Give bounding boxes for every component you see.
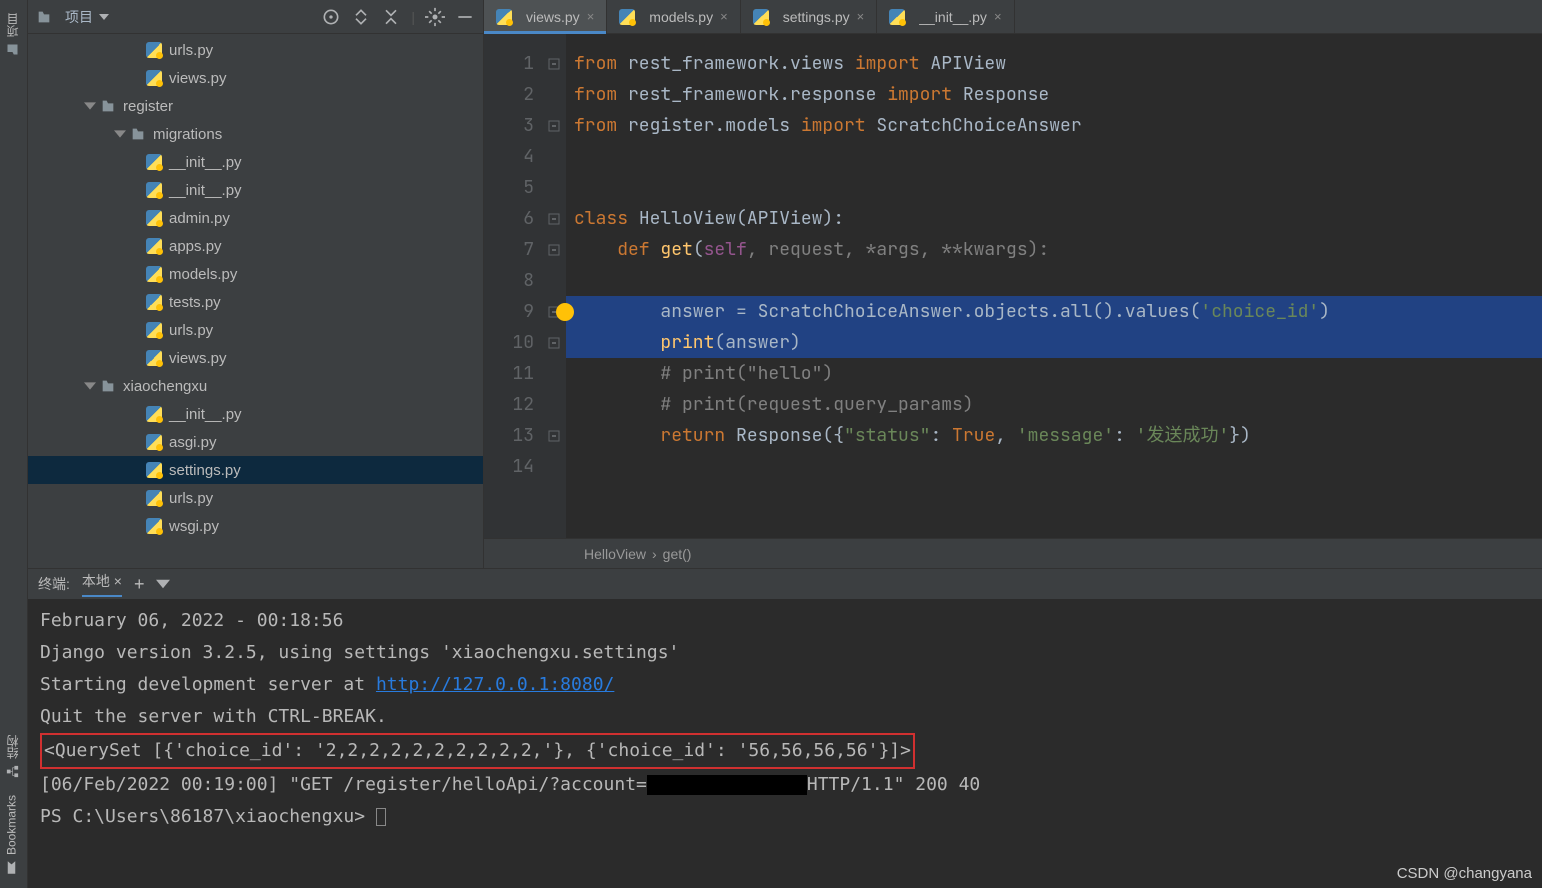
sidebar-label: 项目 [4,13,21,37]
terminal-line: Starting development server at http://12… [40,669,1530,701]
tree-item-asgi-py[interactable]: asgi.py [28,428,483,456]
tree-item-__init__-py[interactable]: __init__.py [28,148,483,176]
close-icon[interactable]: × [114,573,122,589]
gutter-marks [542,34,566,538]
sidebar-tab-bookmarks[interactable]: Bookmarks [0,787,23,883]
cursor [376,808,386,826]
tree-item-urls-py[interactable]: urls.py [28,316,483,344]
structure-icon [5,764,20,779]
folder-icon [5,42,20,57]
gutter: 1234567891011121314 [484,34,542,538]
server-link[interactable]: http://127.0.0.1:8080/ [376,674,614,695]
sidebar-label: Bookmarks [5,795,19,855]
project-tree[interactable]: urls.pyviews.pyregistermigrations__init_… [28,34,483,568]
tab-models-py[interactable]: models.py× [607,0,740,33]
editor-tabs: views.py×models.py×settings.py×__init__.… [484,0,1542,34]
minimize-icon[interactable] [455,7,475,27]
bookmark-icon [4,860,19,875]
terminal-line: PS C:\Users\86187\xiaochengxu> [40,801,1530,833]
locate-icon[interactable] [321,7,341,27]
tree-item-migrations[interactable]: migrations [28,120,483,148]
tree-item-views-py[interactable]: views.py [28,64,483,92]
watermark: CSDN @changyana [1397,865,1532,882]
redacted-block [647,775,807,795]
tree-item-views-py[interactable]: views.py [28,344,483,372]
crumb-method[interactable]: get() [663,546,692,562]
settings-icon[interactable] [425,7,445,27]
terminal-line: <QuerySet [{'choice_id': '2,2,2,2,2,2,2,… [40,733,1530,769]
tree-item-urls-py[interactable]: urls.py [28,484,483,512]
dropdown-icon[interactable] [99,12,109,22]
intention-bulb-icon[interactable] [556,303,574,321]
tab-settings-py[interactable]: settings.py× [741,0,878,33]
tab-views-py[interactable]: views.py× [484,0,607,33]
tree-item-__init__-py[interactable]: __init__.py [28,176,483,204]
expand-all-icon[interactable] [351,7,371,27]
project-icon [36,9,52,25]
terminal-body[interactable]: February 06, 2022 - 00:18:56 Django vers… [28,599,1542,888]
terminal-tab-local[interactable]: 本地 × [82,571,122,597]
tree-item-xiaochengxu[interactable]: xiaochengxu [28,372,483,400]
terminal-title: 终端: [38,574,70,594]
tree-item-admin-py[interactable]: admin.py [28,204,483,232]
tab-__init__-py[interactable]: __init__.py× [877,0,1014,33]
queryset-highlight: <QuerySet [{'choice_id': '2,2,2,2,2,2,2,… [40,733,915,769]
close-icon[interactable]: × [857,9,865,24]
terminal-line: Django version 3.2.5, using settings 'xi… [40,637,1530,669]
project-panel: 项目 | urls.pyviews.pyregistermigrations__… [28,0,484,568]
code-body[interactable]: from rest_framework.views import APIView… [566,34,1542,538]
tree-item-apps-py[interactable]: apps.py [28,232,483,260]
terminal-line: Quit the server with CTRL-BREAK. [40,701,1530,733]
tree-item-register[interactable]: register [28,92,483,120]
tree-item-tests-py[interactable]: tests.py [28,288,483,316]
sidebar-label: 结构 [4,735,21,759]
terminal-line: [06/Feb/2022 00:19:00] "GET /register/he… [40,769,1530,801]
breadcrumb[interactable]: HelloView › get() [484,538,1542,568]
close-icon[interactable]: × [994,9,1002,24]
sidebar-tab-structure[interactable]: 结构 [0,727,25,787]
tree-item-__init__-py[interactable]: __init__.py [28,400,483,428]
project-title: 项目 [65,7,93,27]
terminal-line: February 06, 2022 - 00:18:56 [40,605,1530,637]
tree-item-urls-py[interactable]: urls.py [28,36,483,64]
collapse-all-icon[interactable] [381,7,401,27]
close-icon[interactable]: × [587,9,595,24]
tree-item-models-py[interactable]: models.py [28,260,483,288]
tree-item-settings-py[interactable]: settings.py [28,456,483,484]
close-icon[interactable]: × [720,9,728,24]
tree-item-wsgi-py[interactable]: wsgi.py [28,512,483,540]
sidebar-tab-project[interactable]: 项目 [0,5,25,65]
add-terminal-icon[interactable]: + [134,574,145,595]
chevron-down-icon[interactable] [156,577,170,591]
crumb-class[interactable]: HelloView [584,546,646,562]
